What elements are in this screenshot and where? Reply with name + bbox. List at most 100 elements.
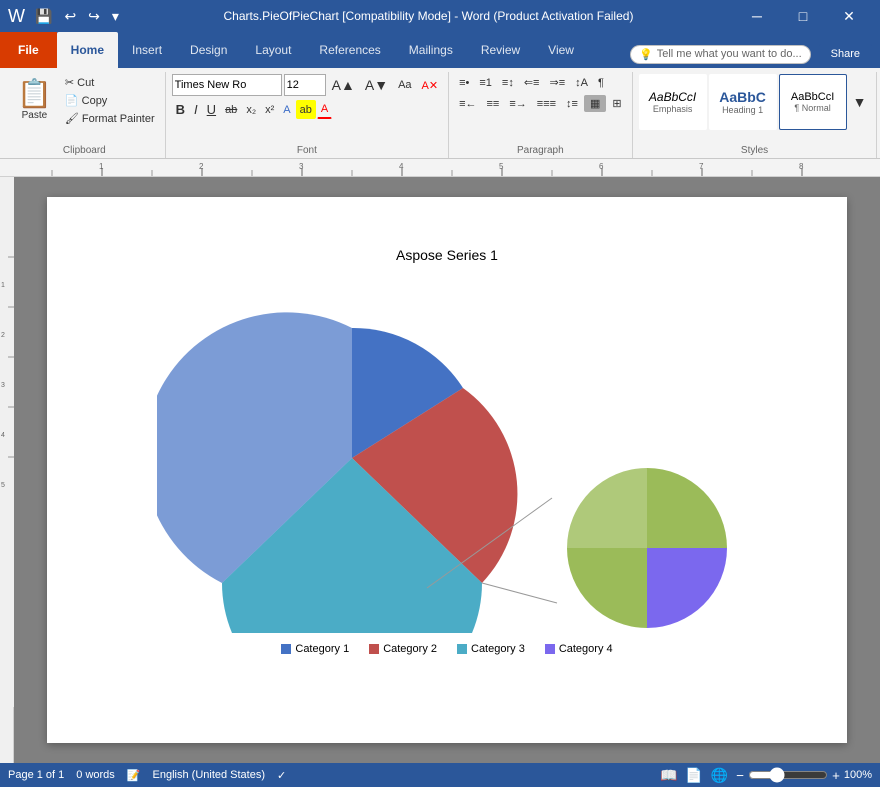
- styles-group: AaBbCcI Emphasis AaBbC Heading 1 AaBbCcI…: [633, 72, 878, 158]
- tab-layout[interactable]: Layout: [241, 32, 305, 68]
- bold-button[interactable]: B: [172, 100, 189, 119]
- font-group: A▲ A▼ Aa A✕ B I U ab x₂ x² A ab A Font: [166, 72, 449, 158]
- line-spacing-button[interactable]: ↕≡: [562, 96, 582, 112]
- styles-more-button[interactable]: ▼: [849, 92, 871, 112]
- ruler-svg: 1 2 3 4 5 6 7 8: [12, 160, 872, 176]
- status-right: 📖 📄 🌐 − + 100%: [660, 767, 872, 784]
- copy-button[interactable]: 📄 Copy: [61, 92, 159, 109]
- tab-references[interactable]: References: [305, 32, 394, 68]
- svg-text:2: 2: [199, 162, 204, 171]
- underline-button[interactable]: U: [203, 100, 220, 119]
- status-left: Page 1 of 1 0 words 📝 English (United St…: [8, 769, 286, 782]
- style-emphasis-preview: AaBbCcI: [646, 90, 700, 104]
- paragraph-group-content: ≡• ≡1 ≡↕ ⇐≡ ⇒≡ ↕A ¶ ≡← ≡≡ ≡→ ≡≡≡ ↕≡ ▦ ⊞: [455, 74, 626, 143]
- increase-font-button[interactable]: A▲: [328, 75, 359, 95]
- clipboard-group-content: 📋 Paste ✂ Cut 📄 Copy 🖌 Format Painter: [10, 74, 159, 143]
- paste-label: Paste: [22, 110, 48, 121]
- svg-text:8: 8: [799, 162, 804, 171]
- decrease-font-button[interactable]: A▼: [361, 75, 392, 95]
- shading-button[interactable]: ▦: [584, 95, 606, 112]
- paragraph-group: ≡• ≡1 ≡↕ ⇐≡ ⇒≡ ↕A ¶ ≡← ≡≡ ≡→ ≡≡≡ ↕≡ ▦ ⊞: [449, 72, 633, 158]
- document-page: Aspose Series 1: [47, 197, 847, 743]
- svg-text:5: 5: [499, 162, 504, 171]
- window-title: Charts.PieOfPieChart [Compatibility Mode…: [123, 9, 734, 23]
- quick-access-dropdown[interactable]: ▾: [108, 6, 123, 27]
- align-right-button[interactable]: ≡→: [505, 96, 530, 112]
- font-color-button[interactable]: A: [317, 100, 332, 119]
- font-name-input[interactable]: [172, 74, 282, 96]
- styles-gallery: AaBbCcI Emphasis AaBbC Heading 1 AaBbCcI…: [639, 74, 871, 130]
- style-normal-label: ¶ Normal: [786, 103, 840, 113]
- align-center-button[interactable]: ≡≡: [483, 96, 504, 112]
- zoom-range-input[interactable]: [748, 767, 828, 783]
- strikethrough-button[interactable]: ab: [221, 100, 241, 119]
- ribbon-tabs: File Home Insert Design Layout Reference…: [0, 32, 622, 68]
- legend-color-2: [369, 644, 379, 654]
- svg-text:7: 7: [699, 162, 704, 171]
- minimize-button[interactable]: ─: [734, 0, 780, 32]
- style-heading1[interactable]: AaBbC Heading 1: [709, 74, 777, 130]
- multilevel-button[interactable]: ≡↕: [498, 75, 518, 91]
- paste-button[interactable]: 📋 Paste: [10, 74, 59, 127]
- legend-item-2: Category 2: [369, 643, 437, 655]
- text-highlight-button[interactable]: ab: [296, 100, 316, 119]
- borders-button[interactable]: ⊞: [608, 95, 625, 112]
- bullets-button[interactable]: ≡•: [455, 75, 473, 91]
- style-normal[interactable]: AaBbCcI ¶ Normal: [779, 74, 847, 130]
- read-mode-button[interactable]: 📖: [660, 767, 677, 784]
- svg-text:5: 5: [1, 482, 5, 489]
- font-size-input[interactable]: [284, 74, 326, 96]
- zoom-out-button[interactable]: −: [736, 768, 744, 783]
- style-emphasis-label: Emphasis: [646, 104, 700, 114]
- tab-file[interactable]: File: [0, 32, 57, 68]
- change-case-button[interactable]: Aa: [394, 77, 415, 93]
- legend-color-1: [281, 644, 291, 654]
- text-effects-button[interactable]: A: [279, 100, 294, 119]
- proofing-icon: ✓: [277, 769, 286, 782]
- page-info: Page 1 of 1: [8, 769, 64, 781]
- styles-label: Styles: [741, 143, 768, 158]
- save-button[interactable]: 💾: [31, 6, 56, 27]
- tab-mailings[interactable]: Mailings: [395, 32, 467, 68]
- redo-button[interactable]: ↪: [84, 6, 104, 27]
- quick-access-toolbar: 💾 ↩ ↪ ▾: [31, 6, 123, 27]
- italic-button[interactable]: I: [190, 100, 202, 119]
- increase-indent-button[interactable]: ⇒≡: [545, 74, 569, 91]
- legend-color-4: [545, 644, 555, 654]
- tell-me-bar[interactable]: 💡 Tell me what you want to do...: [630, 45, 811, 64]
- maximize-button[interactable]: □: [780, 0, 826, 32]
- zoom-in-button[interactable]: +: [832, 768, 840, 783]
- superscript-button[interactable]: x²: [261, 100, 278, 119]
- title-bar-left: W 💾 ↩ ↪ ▾: [8, 6, 123, 27]
- share-button[interactable]: Share: [819, 44, 872, 64]
- tab-design[interactable]: Design: [176, 32, 241, 68]
- justify-button[interactable]: ≡≡≡: [533, 96, 560, 112]
- align-left-button[interactable]: ≡←: [455, 96, 480, 112]
- vertical-ruler: 1 2 3 4 5: [0, 177, 14, 763]
- svg-text:3: 3: [1, 382, 5, 389]
- close-button[interactable]: ✕: [826, 0, 872, 32]
- style-emphasis[interactable]: AaBbCcI Emphasis: [639, 74, 707, 130]
- subscript-button[interactable]: x₂: [242, 100, 260, 119]
- numbering-button[interactable]: ≡1: [475, 75, 496, 91]
- word-logo-icon: W: [8, 6, 25, 27]
- svg-text:1: 1: [99, 162, 104, 171]
- tab-insert[interactable]: Insert: [118, 32, 176, 68]
- print-layout-button[interactable]: 📄: [685, 767, 702, 784]
- svg-text:4: 4: [399, 162, 404, 171]
- tab-view[interactable]: View: [534, 32, 588, 68]
- font-name-row: A▲ A▼ Aa A✕: [172, 74, 442, 96]
- language-status: English (United States): [153, 769, 266, 781]
- cut-button[interactable]: ✂ Cut: [61, 74, 159, 91]
- tab-review[interactable]: Review: [467, 32, 534, 68]
- web-layout-button[interactable]: 🌐: [711, 767, 728, 784]
- clear-format-button[interactable]: A✕: [418, 77, 443, 94]
- format-painter-button[interactable]: 🖌 Format Painter: [61, 110, 159, 127]
- decrease-indent-button[interactable]: ⇐≡: [520, 74, 544, 91]
- show-marks-button[interactable]: ¶: [594, 75, 608, 91]
- svg-text:4: 4: [1, 432, 5, 439]
- undo-button[interactable]: ↩: [60, 6, 80, 27]
- sort-button[interactable]: ↕A: [571, 75, 592, 91]
- tab-home[interactable]: Home: [57, 32, 118, 68]
- ribbon-top-right: 💡 Tell me what you want to do... Share: [622, 40, 880, 68]
